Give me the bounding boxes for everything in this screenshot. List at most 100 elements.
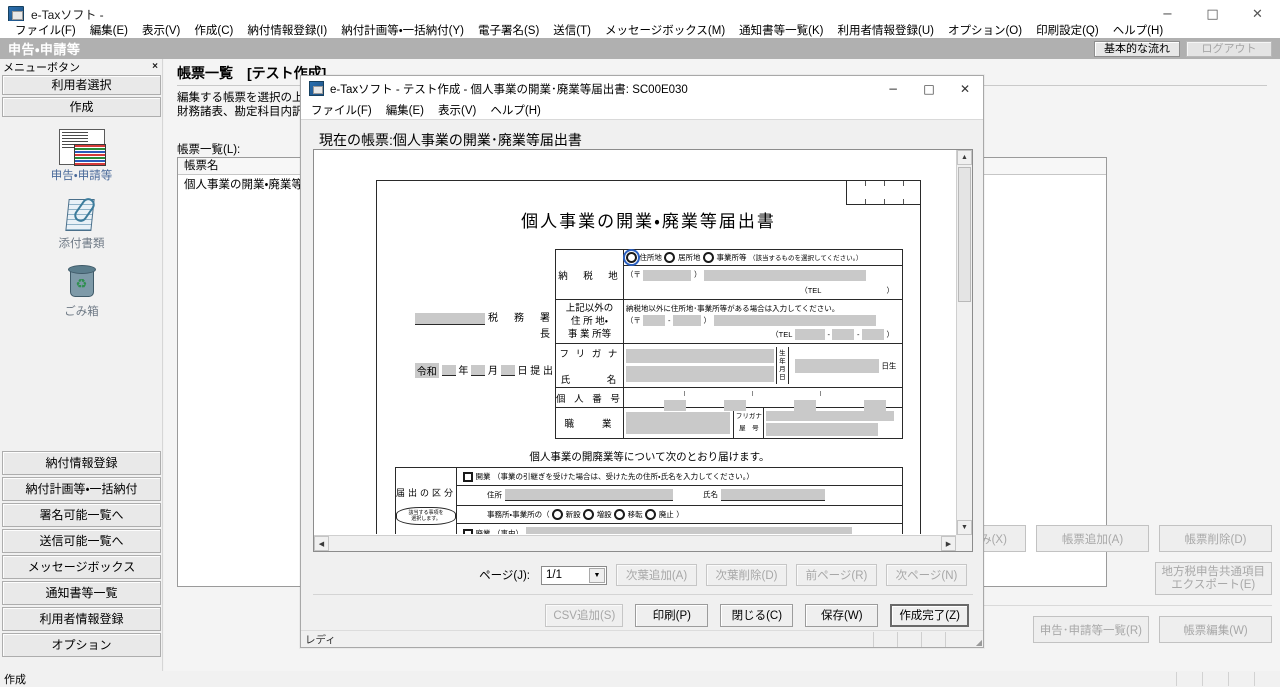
sidebar-button-signable-list[interactable]: 署名可能一覧へ: [2, 503, 161, 527]
birthdate-input[interactable]: [794, 358, 879, 373]
mynumber-seg-3[interactable]: [793, 400, 816, 411]
scroll-left-icon[interactable]: ◀: [314, 536, 329, 551]
sidebar-button-options[interactable]: オプション: [2, 633, 161, 657]
scroll-right-icon[interactable]: ▶: [941, 536, 956, 551]
sidebar-button-messagebox[interactable]: メッセージボックス: [2, 555, 161, 579]
dialog-menu-file[interactable]: ファイル(F): [311, 102, 380, 118]
radio-kyoshochi[interactable]: [664, 252, 676, 264]
edit-form-button[interactable]: 帳票編集(W): [1159, 616, 1272, 643]
yago-furigana-input[interactable]: [766, 410, 895, 421]
month-input[interactable]: [471, 365, 486, 377]
save-button[interactable]: 保存(W): [805, 603, 879, 627]
mynumber-seg-2[interactable]: [723, 400, 746, 411]
mynumber-seg-1[interactable]: [663, 400, 686, 411]
menu-notices[interactable]: 通知書等一覧(K): [732, 21, 830, 40]
yago-input[interactable]: [766, 422, 879, 436]
radio-juushochi[interactable]: [622, 249, 640, 267]
next-page-button[interactable]: 次ページ(N): [886, 564, 967, 586]
resize-grip-icon[interactable]: [969, 632, 983, 647]
sidebar-item-attachments[interactable]: 添付書類: [0, 195, 163, 251]
other-tel-3[interactable]: [861, 329, 884, 341]
taxoffice-input[interactable]: [415, 312, 486, 325]
sidebar-button-payment-plan[interactable]: 納付計画等・一括納付: [2, 477, 161, 501]
scroll-up-icon[interactable]: ▲: [957, 150, 972, 165]
form-canvas[interactable]: 個人事業の開業・廃業等届出書 納 税 地 住所地 居所地 事業所等 （該当するも…: [314, 150, 955, 534]
form-horizontal-scrollbar[interactable]: ◀ ▶: [314, 535, 956, 551]
delete-form-button[interactable]: 帳票削除(D): [1159, 525, 1272, 552]
menu-print-settings[interactable]: 印刷設定(Q): [1029, 21, 1106, 40]
sidebar-button-payment-info[interactable]: 納付情報登録: [2, 451, 161, 475]
sidebar-close-icon[interactable]: ×: [152, 62, 158, 72]
haigyo-reason-input[interactable]: [525, 527, 852, 534]
checkbox-haigyo[interactable]: [463, 528, 474, 534]
radio-zousetsu[interactable]: [583, 509, 595, 521]
menu-payment-register[interactable]: 納付情報登録(I): [240, 21, 334, 40]
year-input[interactable]: [441, 365, 456, 377]
day-input[interactable]: [500, 365, 515, 377]
other-postal-code-input-2[interactable]: [672, 315, 701, 326]
logout-button[interactable]: ログアウト: [1186, 40, 1272, 57]
sidebar-button-sendable-list[interactable]: 送信可能一覧へ: [2, 529, 161, 553]
furigana-input[interactable]: [625, 349, 774, 363]
name-input[interactable]: [625, 366, 774, 382]
chevron-down-icon[interactable]: ▼: [589, 567, 605, 583]
close-button[interactable]: 閉じる(C): [720, 603, 794, 627]
sidebar-button-create[interactable]: 作成: [2, 97, 161, 117]
kaigyo-name-input[interactable]: [720, 488, 825, 501]
sidebar-button-user-register[interactable]: 利用者情報登録: [2, 607, 161, 631]
address-input[interactable]: [703, 269, 866, 281]
postal-code-input[interactable]: [643, 269, 692, 281]
print-button[interactable]: 印刷(P): [635, 603, 709, 627]
kaigyo-address-input[interactable]: [504, 488, 673, 501]
menu-user-register[interactable]: 利用者情報登録(U): [831, 21, 941, 40]
other-postal-code-input-1[interactable]: [643, 315, 666, 326]
other-tel-2[interactable]: [832, 329, 855, 341]
form-vertical-scrollbar[interactable]: ▲ ▼: [956, 150, 972, 535]
local-tax-export-button[interactable]: 地方税申告共通項目 エクスポート(E): [1154, 562, 1272, 595]
csv-add-button[interactable]: CSV追加(S): [545, 603, 624, 627]
declaration-list-button[interactable]: 申告･申請等一覧(R): [1032, 616, 1149, 643]
add-next-sheet-button[interactable]: 次葉追加(A): [616, 564, 697, 586]
dialog-menu-view[interactable]: 表示(V): [438, 102, 484, 118]
menu-esign[interactable]: 電子署名(S): [471, 21, 546, 40]
occupation-input[interactable]: [625, 411, 730, 434]
radio-shinsetsu[interactable]: [552, 509, 564, 521]
dialog-close-icon[interactable]: ✕: [947, 76, 983, 101]
dialog-menu-help[interactable]: ヘルプ(H): [490, 102, 548, 118]
menu-file[interactable]: ファイル(F): [8, 21, 83, 40]
local-tax-export-line1: 地方税申告共通項目: [1161, 565, 1266, 578]
sidebar-button-notices[interactable]: 通知書等一覧: [2, 581, 161, 605]
basic-flow-button[interactable]: 基本的な流れ: [1094, 40, 1180, 57]
scroll-down-icon[interactable]: ▼: [957, 520, 972, 535]
menu-options[interactable]: オプション(O): [941, 21, 1029, 40]
radio-haishi[interactable]: [645, 509, 657, 521]
checkbox-kaigyo[interactable]: [463, 471, 474, 482]
add-form-button[interactable]: 帳票追加(A): [1036, 525, 1149, 552]
other-tel-1[interactable]: [794, 329, 825, 341]
other-address-input[interactable]: [713, 315, 876, 326]
complete-button[interactable]: 作成完了(Z): [890, 603, 969, 627]
menu-edit[interactable]: 編集(E): [83, 21, 135, 40]
menu-view[interactable]: 表示(V): [135, 21, 187, 40]
sidebar: メニューボタン × 利用者選択 作成 申告・申請等 添付書類 ♻ ごみ箱 納付情…: [0, 59, 163, 671]
dialog-minimize-icon[interactable]: −: [875, 76, 911, 101]
previous-page-button[interactable]: 前ページ(R): [796, 564, 877, 586]
dialog-maximize-icon[interactable]: □: [911, 76, 947, 101]
delete-next-sheet-button[interactable]: 次葉削除(D): [706, 564, 787, 586]
sidebar-item-declarations[interactable]: 申告・申請等: [0, 129, 163, 183]
page-select[interactable]: 1/1 ▼: [541, 565, 607, 585]
sidebar-item-trash[interactable]: ♻ ごみ箱: [0, 265, 163, 319]
vertical-scroll-thumb[interactable]: [958, 167, 971, 302]
radio-jigyoushoto[interactable]: [702, 252, 714, 264]
dialog-menu-edit[interactable]: 編集(E): [386, 102, 432, 118]
radio-iten[interactable]: [614, 509, 626, 521]
menu-create[interactable]: 作成(C): [187, 21, 240, 40]
menu-help[interactable]: ヘルプ(H): [1106, 21, 1170, 40]
menu-send[interactable]: 送信(T): [546, 21, 598, 40]
menu-payment-plan[interactable]: 納付計画等・一括納付(Y): [334, 21, 471, 40]
mynumber-cell[interactable]: [622, 387, 904, 411]
menu-messagebox[interactable]: メッセージボックス(M): [598, 21, 732, 40]
mynumber-seg-4[interactable]: [863, 400, 886, 411]
sidebar-button-select-user[interactable]: 利用者選択: [2, 75, 161, 95]
reference-number-box[interactable]: [846, 181, 920, 205]
